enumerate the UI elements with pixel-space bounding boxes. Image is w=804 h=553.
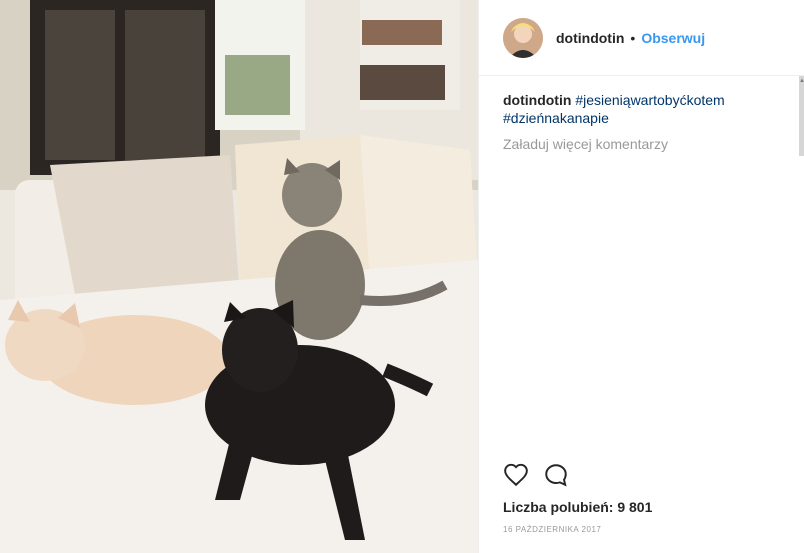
comment-bubble-icon[interactable]	[543, 462, 569, 488]
like-heart-icon[interactable]	[503, 462, 529, 488]
photo-books-top	[362, 20, 442, 45]
post-actions	[503, 462, 583, 488]
photo-canvas	[0, 0, 478, 553]
follow-button[interactable]: Obserwuj	[641, 30, 705, 46]
hashtag-link[interactable]: #jesieniąwartobyćkotem	[575, 92, 724, 108]
photo-window-view	[225, 55, 290, 115]
header-divider	[479, 75, 804, 76]
avatar[interactable]	[503, 18, 543, 58]
photo-cabinet-glass-left	[45, 10, 115, 160]
photo-books-bottom	[360, 65, 445, 100]
post-caption: dotindotin #jesieniąwartobyćkotem #dzień…	[503, 91, 771, 127]
load-more-comments-link[interactable]: Załaduj więcej komentarzy	[503, 136, 668, 152]
scroll-up-arrow-icon[interactable]: ▲	[799, 78, 804, 84]
author-username[interactable]: dotindotin	[556, 30, 624, 46]
likes-count[interactable]: Liczba polubień: 9 801	[503, 499, 652, 515]
post-header: dotindotin • Obserwuj	[503, 16, 788, 60]
post-side-panel: dotindotin • Obserwuj dotindotin #jesien…	[478, 0, 804, 553]
avatar-image	[503, 18, 543, 58]
hashtag-link[interactable]: #dzieńnakanapie	[503, 110, 609, 126]
post-date[interactable]: 16 PAŹDZIERNIKA 2017	[503, 525, 601, 534]
instagram-post: dotindotin • Obserwuj dotindotin #jesien…	[0, 0, 804, 553]
header-separator: •	[630, 30, 636, 46]
comments-scrollbar[interactable]	[799, 76, 804, 156]
photo-cabinet-glass-right	[125, 10, 205, 160]
post-photo[interactable]	[0, 0, 478, 553]
caption-username[interactable]: dotindotin	[503, 92, 571, 108]
